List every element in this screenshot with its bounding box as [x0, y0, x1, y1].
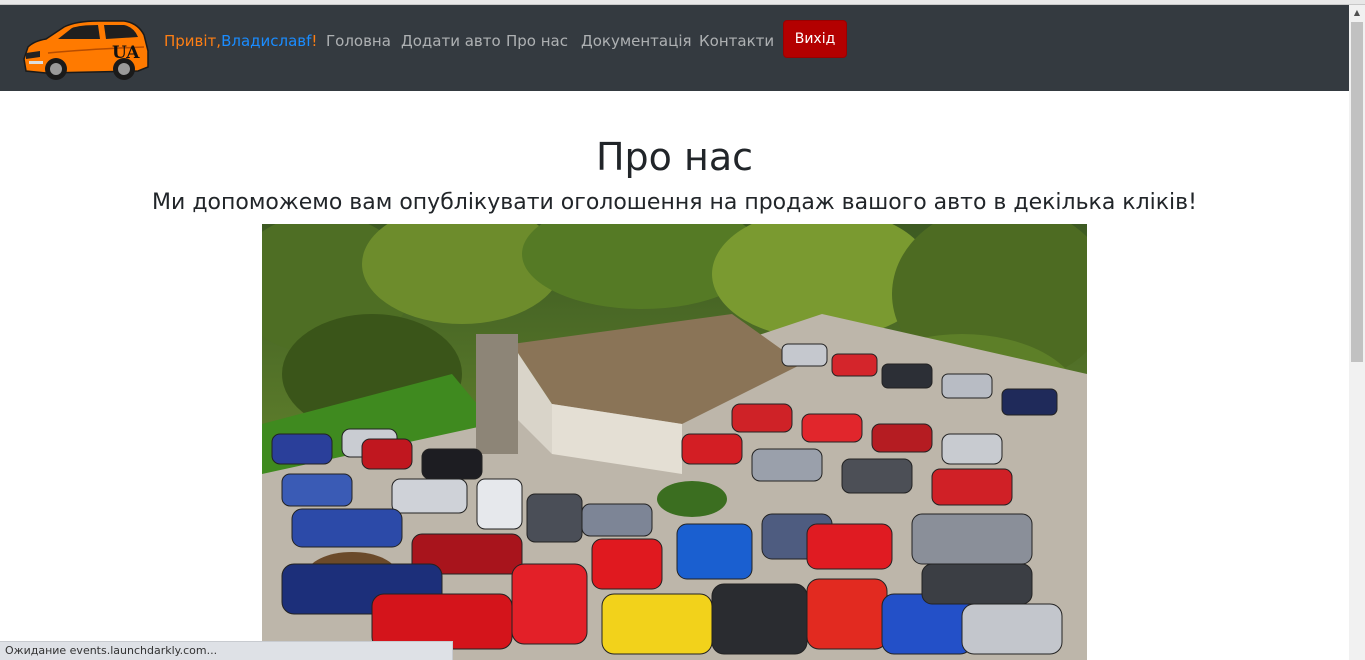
- vertical-scrollbar[interactable]: ▲: [1349, 5, 1365, 660]
- nav-link-about[interactable]: Про нас: [506, 32, 568, 50]
- navbar: UA Привіт,Владиславf! Головна Додати авт…: [0, 5, 1349, 91]
- site-logo[interactable]: UA: [20, 17, 150, 81]
- greeting-exclamation: !: [311, 32, 318, 50]
- nav-link-home[interactable]: Головна: [326, 32, 391, 50]
- car-logo-icon: UA: [23, 20, 149, 80]
- scroll-up-arrow-icon[interactable]: ▲: [1349, 5, 1365, 21]
- logo-text: UA: [112, 43, 140, 63]
- logout-button[interactable]: Вихід: [783, 20, 847, 58]
- scroll-thumb[interactable]: [1351, 22, 1363, 362]
- page-title: Про нас: [595, 135, 754, 179]
- greeting-username: Владиславf: [221, 32, 312, 50]
- car-lot-photo: [262, 224, 1087, 660]
- page-subtitle: Ми допоможемо вам опублікувати оголошенн…: [152, 190, 1197, 215]
- user-greeting: Привіт,Владиславf!: [164, 32, 317, 50]
- nav-link-documentation[interactable]: Документація: [581, 32, 692, 50]
- browser-status-bar: Ожидание events.launchdarkly.com...: [0, 641, 453, 660]
- greeting-word: Привіт,: [164, 32, 222, 50]
- nav-link-contacts[interactable]: Контакти: [699, 32, 774, 50]
- nav-link-add-car[interactable]: Додати авто: [401, 32, 501, 50]
